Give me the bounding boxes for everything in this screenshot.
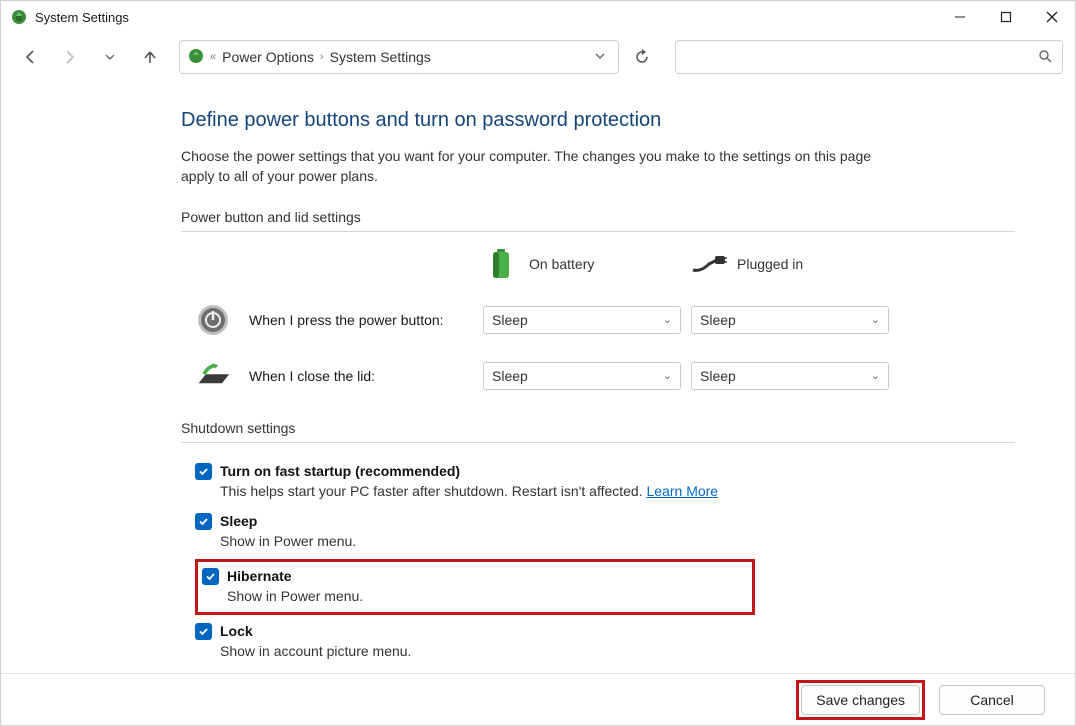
shutdown-item-fast-startup: Turn on fast startup (recommended) This … [195, 457, 1015, 507]
window-controls [937, 1, 1075, 33]
close-lid-battery-select[interactable]: Sleep ⌄ [483, 362, 681, 390]
navbar: « Power Options › System Settings [1, 33, 1075, 81]
breadcrumb-icon [188, 48, 204, 67]
app-icon [11, 9, 27, 25]
section-divider [181, 442, 1015, 443]
lock-desc: Show in account picture menu. [220, 643, 1015, 659]
cancel-button[interactable]: Cancel [939, 685, 1045, 715]
shutdown-item-sleep: Sleep Show in Power menu. [195, 507, 1015, 557]
address-dropdown-icon[interactable] [590, 50, 610, 65]
shutdown-item-lock: Lock Show in account picture menu. [195, 617, 1015, 667]
sleep-desc: Show in Power menu. [220, 533, 1015, 549]
select-value: Sleep [492, 368, 528, 384]
close-lid-plugged-select[interactable]: Sleep ⌄ [691, 362, 889, 390]
chevron-down-icon: ⌄ [663, 369, 672, 382]
section-divider [181, 231, 1015, 232]
shutdown-item-hibernate: Hibernate Show in Power menu. [195, 559, 755, 615]
section-shutdown-label: Shutdown settings [181, 420, 1015, 436]
breadcrumb-prefix: « [210, 51, 216, 63]
power-lid-grid: On battery Plugged in When I pres [195, 246, 1015, 394]
back-button[interactable] [13, 40, 47, 74]
titlebar: System Settings [1, 1, 1075, 33]
history-dropdown[interactable] [93, 40, 127, 74]
search-box[interactable] [675, 40, 1063, 74]
save-button[interactable]: Save changes [801, 685, 920, 715]
chevron-down-icon: ⌄ [663, 313, 672, 326]
hibernate-desc: Show in Power menu. [227, 588, 744, 604]
footer: Save changes Cancel [1, 673, 1075, 725]
column-on-battery: On battery [483, 246, 681, 282]
select-value: Sleep [492, 312, 528, 328]
breadcrumb-item-1[interactable]: System Settings [330, 49, 431, 65]
checkbox-sleep[interactable] [195, 513, 212, 530]
breadcrumb-item-0[interactable]: Power Options [222, 49, 314, 65]
sleep-title: Sleep [220, 513, 257, 529]
checkbox-hibernate[interactable] [202, 568, 219, 585]
column-plugged-in: Plugged in [691, 246, 889, 282]
lock-title: Lock [220, 623, 253, 639]
close-lid-label: When I close the lid: [249, 368, 473, 384]
window-title: System Settings [35, 10, 129, 25]
column-plugged-label: Plugged in [737, 256, 803, 272]
forward-button[interactable] [53, 40, 87, 74]
up-button[interactable] [133, 40, 167, 74]
address-bar[interactable]: « Power Options › System Settings [179, 40, 619, 74]
power-button-battery-select[interactable]: Sleep ⌄ [483, 306, 681, 334]
section-power-lid-label: Power button and lid settings [181, 209, 1015, 225]
power-button-plugged-select[interactable]: Sleep ⌄ [691, 306, 889, 334]
checkbox-lock[interactable] [195, 623, 212, 640]
save-highlight: Save changes [796, 680, 925, 720]
page-title: Define power buttons and turn on passwor… [181, 109, 1015, 132]
minimize-button[interactable] [937, 1, 983, 33]
chevron-right-icon: › [320, 51, 324, 63]
search-icon [1038, 49, 1052, 66]
chevron-down-icon: ⌄ [871, 313, 880, 326]
page-description: Choose the power settings that you want … [181, 146, 901, 187]
battery-icon [483, 246, 519, 282]
fast-startup-desc: This helps start your PC faster after sh… [220, 483, 1015, 499]
learn-more-link[interactable]: Learn More [647, 483, 719, 499]
column-battery-label: On battery [529, 256, 594, 272]
close-lid-icon [195, 358, 231, 394]
shutdown-settings-list: Turn on fast startup (recommended) This … [195, 457, 1015, 667]
close-button[interactable] [1029, 1, 1075, 33]
maximize-button[interactable] [983, 1, 1029, 33]
refresh-button[interactable] [625, 40, 659, 74]
fast-startup-title: Turn on fast startup (recommended) [220, 463, 460, 479]
checkbox-fast-startup[interactable] [195, 463, 212, 480]
select-value: Sleep [700, 312, 736, 328]
chevron-down-icon: ⌄ [871, 369, 880, 382]
content-area: Define power buttons and turn on passwor… [1, 81, 1075, 667]
power-button-label: When I press the power button: [249, 312, 473, 328]
hibernate-title: Hibernate [227, 568, 292, 584]
select-value: Sleep [700, 368, 736, 384]
plug-icon [691, 246, 727, 282]
fast-startup-desc-text: This helps start your PC faster after sh… [220, 483, 647, 499]
power-button-icon [195, 302, 231, 338]
